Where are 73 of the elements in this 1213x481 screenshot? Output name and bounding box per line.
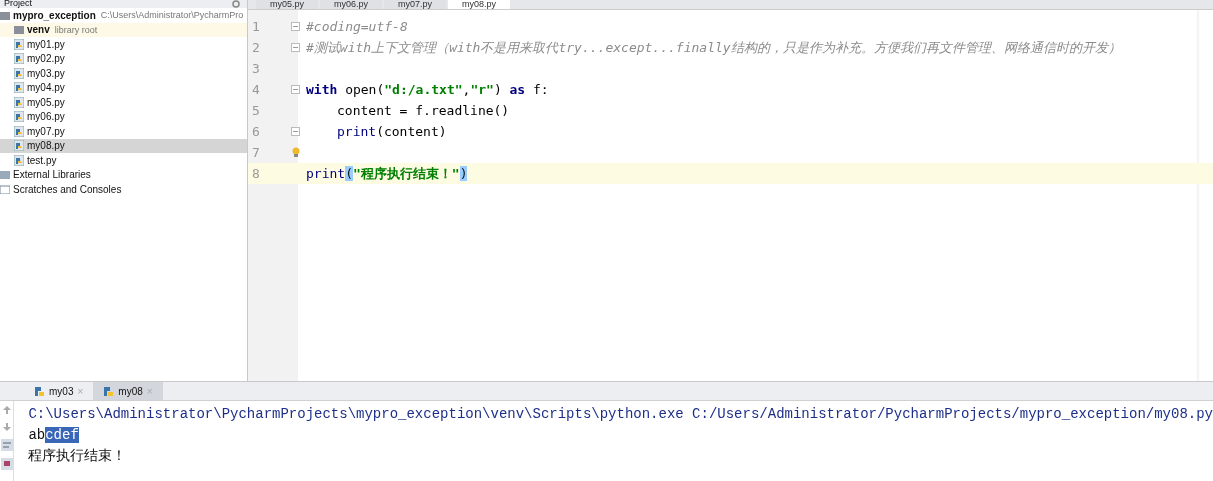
fold-icon[interactable]: [291, 85, 300, 94]
line-number: 2: [251, 40, 261, 55]
library-icon: [0, 170, 10, 180]
code-line: print("程序执行结束！"): [306, 164, 468, 183]
tree-label: my01.py: [27, 38, 65, 50]
console-line: abcdef: [28, 426, 80, 445]
console-line: 程序执行结束！: [28, 447, 128, 466]
python-file-icon: [14, 96, 24, 108]
editor-tab[interactable]: my08.py: [448, 0, 511, 9]
fold-icon[interactable]: [291, 127, 300, 136]
up-arrow-icon[interactable]: [1, 405, 12, 415]
tree-label: my07.py: [27, 125, 65, 137]
python-file-icon: [14, 111, 24, 123]
line-number: 1: [251, 19, 261, 34]
tree-item[interactable]: my05.py: [0, 95, 247, 110]
tree-label: my02.py: [27, 53, 65, 65]
path-hint: C:\Users\Administrator\PycharmPro: [100, 10, 244, 21]
python-file-icon: [14, 82, 24, 94]
python-file-icon: [14, 154, 24, 166]
tree-label: my05.py: [27, 96, 65, 108]
python-file-icon: [14, 140, 24, 152]
tree-label: mypro_exception: [13, 9, 96, 21]
python-file-icon: [14, 38, 24, 50]
editor-tab[interactable]: my06.py: [320, 0, 383, 9]
fold-icon[interactable]: [291, 43, 300, 52]
run-tab[interactable]: my03 ×: [24, 382, 94, 400]
python-file-icon: [14, 53, 24, 65]
tree-label: my08.py: [27, 140, 65, 152]
editor-tab[interactable]: my05.py: [256, 0, 318, 9]
tree-label: my06.py: [27, 111, 65, 123]
wrap-icon[interactable]: [0, 439, 13, 451]
panel-title[interactable]: Project: [4, 0, 32, 8]
code-line: #coding=utf-8: [306, 19, 408, 34]
tree-item[interactable]: my02.py: [0, 51, 247, 66]
line-number: 7: [251, 145, 261, 160]
tree-item[interactable]: my01.py: [0, 37, 247, 52]
tree-item[interactable]: my04.py: [0, 80, 247, 95]
line-number: 5: [251, 103, 261, 118]
tree-item[interactable]: test.py: [0, 153, 247, 168]
tree-item[interactable]: my06.py: [0, 109, 247, 124]
fold-icon[interactable]: [291, 22, 300, 31]
run-tab[interactable]: my08 ×: [93, 382, 163, 400]
line-number: 3: [251, 61, 261, 76]
lightbulb-icon[interactable]: [292, 147, 300, 158]
code-line: #测试with上下文管理（with不是用来取代try...except...finally结构的，只是作为补充。方便我们再文件管理、网络通信时的开发）: [306, 38, 1121, 57]
tree-item[interactable]: my08.py: [0, 138, 247, 153]
code-line: print(content): [336, 124, 447, 139]
code-line: with open("d:/a.txt","r") as f:: [306, 82, 549, 97]
library-root-hint: library root: [54, 24, 98, 35]
tree-item[interactable]: External Libraries: [0, 167, 247, 182]
python-file-icon: [14, 125, 24, 137]
line-number: 4: [251, 82, 261, 97]
tree-label: venv: [27, 24, 50, 36]
tree-item[interactable]: my03.py: [0, 66, 247, 81]
console-icon: [0, 184, 10, 194]
tree-label: my03.py: [27, 67, 65, 79]
editor-tab[interactable]: my07.py: [384, 0, 447, 9]
tree-item[interactable]: mypro_exception C:\Users\Administrator\PycharmPro: [0, 8, 247, 23]
python-icon: [34, 385, 45, 397]
tree-item[interactable]: Scratches and Consoles: [0, 182, 247, 197]
console-line: C:\Users\Administrator\PycharmProjects\mypro_exception\venv\Scripts\python.exe C:/Users/Administrator/PycharmProjects/mypro_exception/my08.py: [28, 405, 1213, 424]
tree-item[interactable]: my07.py: [0, 124, 247, 139]
tree-label: Scratches and Consoles: [13, 183, 122, 195]
python-icon: [103, 385, 115, 397]
down-arrow-icon[interactable]: [1, 422, 12, 432]
line-number: 8: [251, 166, 261, 181]
tree-item[interactable]: venv library root: [0, 22, 247, 37]
tree-label: External Libraries: [13, 169, 91, 181]
python-file-icon: [14, 67, 24, 79]
line-number: 6: [251, 124, 261, 139]
code-line: content = f.readline(): [336, 103, 510, 118]
tree-label: test.py: [27, 154, 57, 166]
tree-label: my04.py: [27, 82, 65, 94]
